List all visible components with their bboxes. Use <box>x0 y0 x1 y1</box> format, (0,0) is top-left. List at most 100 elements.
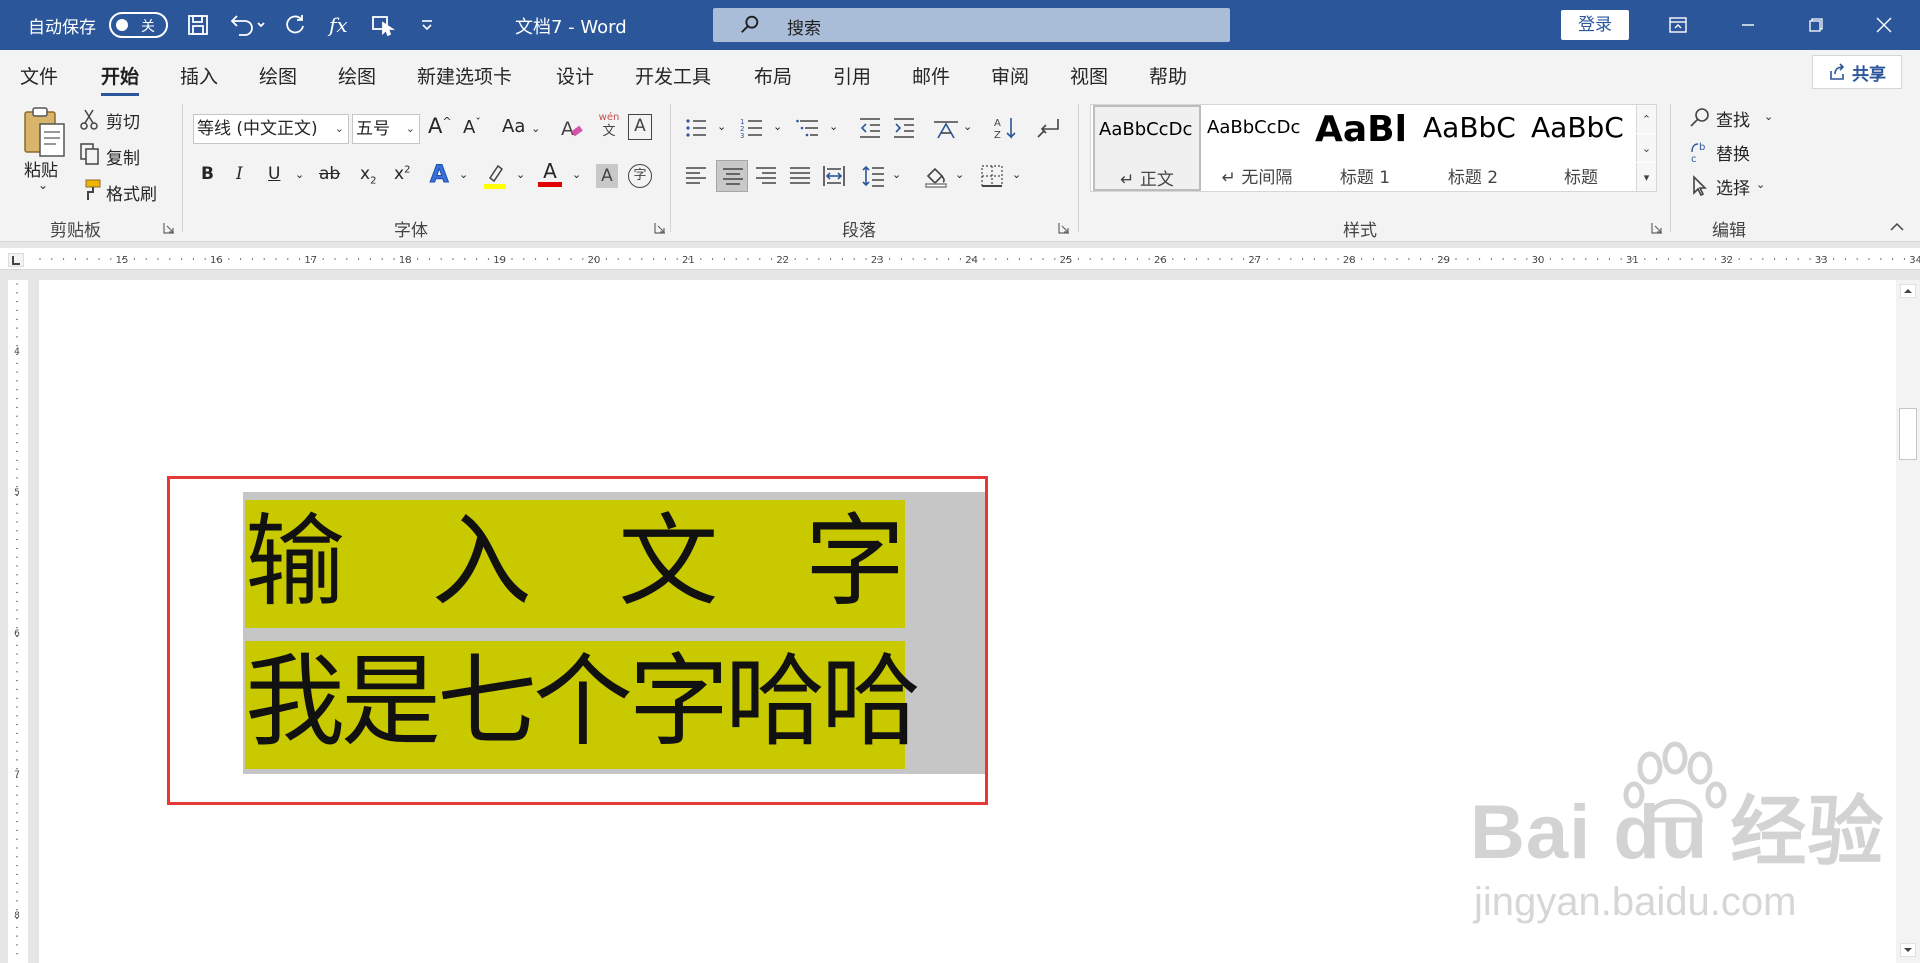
bold-button[interactable]: B <box>201 164 214 184</box>
paste-icon[interactable] <box>22 104 68 160</box>
tab-developer[interactable]: 开发工具 <box>635 62 711 89</box>
search-box[interactable]: 搜索 <box>713 8 1230 42</box>
shrink-font-button[interactable]: Aˇ <box>463 116 481 138</box>
tab-selector-icon[interactable] <box>8 253 24 267</box>
vertical-ruler[interactable]: 4 5 6 7 8 <box>8 280 28 963</box>
multilevel-list-icon[interactable] <box>796 116 820 140</box>
underline-button[interactable]: U <box>268 164 280 184</box>
select-dropdown-icon[interactable]: ⌄ <box>1756 178 1765 191</box>
tab-review[interactable]: 审阅 <box>991 62 1029 89</box>
underline-dropdown-icon[interactable]: ⌄ <box>295 168 304 181</box>
text-effects-dropdown-icon[interactable]: ⌄ <box>459 168 468 181</box>
bullets-dropdown-icon[interactable]: ⌄ <box>717 120 726 133</box>
line-spacing-icon[interactable] <box>862 164 886 188</box>
replace-label[interactable]: 替换 <box>1716 140 1750 165</box>
replace-icon[interactable]: bc <box>1688 140 1712 164</box>
numbering-dropdown-icon[interactable]: ⌄ <box>773 120 782 133</box>
align-center-button[interactable] <box>716 160 748 192</box>
numbering-icon[interactable]: 123 <box>740 116 764 140</box>
borders-dropdown-icon[interactable]: ⌄ <box>1012 168 1021 181</box>
tab-insert[interactable]: 插入 <box>180 62 218 89</box>
superscript-button[interactable]: x2 <box>394 164 410 184</box>
styles-scroll-up[interactable]: ⌃ <box>1636 105 1656 133</box>
sort-icon[interactable]: AZ <box>994 116 1018 140</box>
style-title[interactable]: AaBbC 标题 <box>1527 105 1635 191</box>
scroll-thumb[interactable] <box>1899 408 1917 460</box>
clipboard-launcher-icon[interactable] <box>163 222 175 234</box>
subscript-button[interactable]: x2 <box>360 164 376 186</box>
customize-qat-icon[interactable] <box>412 10 442 40</box>
shading-dropdown-icon[interactable]: ⌄ <box>955 168 964 181</box>
font-launcher-icon[interactable] <box>654 222 666 234</box>
bullets-icon[interactable] <box>684 116 708 140</box>
restore-icon[interactable] <box>1788 0 1844 50</box>
phonetic-guide-button[interactable]: wén 文 <box>596 112 622 142</box>
scroll-down-icon[interactable] <box>1900 943 1916 957</box>
italic-button[interactable]: I <box>236 164 243 184</box>
select-cursor-icon[interactable] <box>1688 174 1712 198</box>
font-size-combo[interactable]: 五号 ⌄ <box>352 114 420 144</box>
decrease-indent-icon[interactable] <box>858 116 882 140</box>
formula-icon[interactable]: fx <box>325 10 355 40</box>
tab-help[interactable]: 帮助 <box>1149 62 1187 89</box>
show-paragraph-marks-icon[interactable] <box>1036 116 1060 140</box>
tab-view[interactable]: 视图 <box>1070 62 1108 89</box>
undo-icon[interactable] <box>224 10 270 40</box>
tab-home[interactable]: 开始 <box>101 62 140 96</box>
save-icon[interactable] <box>183 10 213 40</box>
login-button[interactable]: 登录 <box>1561 10 1629 40</box>
find-dropdown-icon[interactable]: ⌄ <box>1764 110 1773 123</box>
tab-layout[interactable]: 布局 <box>754 62 792 89</box>
redo-icon[interactable] <box>280 10 310 40</box>
tab-design[interactable]: 设计 <box>556 62 594 89</box>
format-painter-icon[interactable] <box>78 178 102 202</box>
scissors-icon[interactable] <box>78 108 102 132</box>
find-label[interactable]: 查找 <box>1716 106 1750 131</box>
justify-icon[interactable] <box>788 164 812 188</box>
collapse-ribbon-icon[interactable] <box>1890 222 1904 232</box>
distributed-icon[interactable] <box>822 164 846 188</box>
font-color-button[interactable]: A <box>538 160 562 190</box>
shading-icon[interactable] <box>924 164 948 188</box>
chinese-layout-icon[interactable] <box>932 116 960 140</box>
styles-more-button[interactable]: ▾ <box>1636 163 1656 191</box>
styles-scroll-down[interactable]: ⌄ <box>1636 134 1656 162</box>
tab-mailings[interactable]: 邮件 <box>912 62 950 89</box>
tab-draw[interactable]: 绘图 <box>259 62 297 89</box>
copy-icon[interactable] <box>78 142 102 166</box>
style-normal[interactable]: AaBbCcDc ↵ 正文 <box>1093 105 1201 191</box>
select-label[interactable]: 选择 <box>1716 174 1750 199</box>
align-right-icon[interactable] <box>754 164 778 188</box>
tab-references[interactable]: 引用 <box>833 62 871 89</box>
tab-file[interactable]: 文件 <box>20 62 58 89</box>
touch-mode-icon[interactable] <box>368 10 398 40</box>
scroll-up-icon[interactable] <box>1900 284 1916 298</box>
find-icon[interactable] <box>1688 106 1712 130</box>
chinese-layout-dropdown-icon[interactable]: ⌄ <box>963 120 972 133</box>
text-effects-button[interactable]: A <box>430 160 450 189</box>
styles-launcher-icon[interactable] <box>1651 222 1663 234</box>
change-case-button[interactable]: Aa ⌄ <box>502 116 540 137</box>
font-color-dropdown-icon[interactable]: ⌄ <box>572 168 581 181</box>
paragraph-launcher-icon[interactable] <box>1058 222 1070 234</box>
cut-label[interactable]: 剪切 <box>106 108 140 133</box>
enclose-characters-button[interactable]: 字 <box>628 164 652 188</box>
style-no-spacing[interactable]: AaBbCcDc ↵ 无间隔 <box>1203 105 1311 191</box>
horizontal-ruler[interactable]: 15 16 17 18 19 20 21 22 23 24 25 26 27 28 29 30 31 32 33 34 <box>0 248 1920 270</box>
style-heading-2[interactable]: AaBbC 标题 2 <box>1419 105 1527 191</box>
style-heading-1[interactable]: AaBl 标题 1 <box>1311 105 1419 191</box>
close-icon[interactable] <box>1856 0 1912 50</box>
character-border-button[interactable]: A <box>628 114 652 140</box>
multilevel-dropdown-icon[interactable]: ⌄ <box>829 120 838 133</box>
tab-draw-2[interactable]: 绘图 <box>338 62 376 89</box>
borders-icon[interactable] <box>980 164 1004 188</box>
ribbon-display-options-icon[interactable] <box>1650 0 1706 50</box>
strikethrough-button[interactable]: ab <box>319 164 340 184</box>
format-painter-label[interactable]: 格式刷 <box>106 180 157 205</box>
highlight-dropdown-icon[interactable]: ⌄ <box>516 168 525 181</box>
clear-formatting-icon[interactable]: A <box>560 116 584 140</box>
tab-new-tab[interactable]: 新建选项卡 <box>417 62 512 89</box>
share-button[interactable]: 共享 <box>1812 55 1902 89</box>
grow-font-button[interactable]: A^ <box>428 114 452 138</box>
increase-indent-icon[interactable] <box>892 116 916 140</box>
